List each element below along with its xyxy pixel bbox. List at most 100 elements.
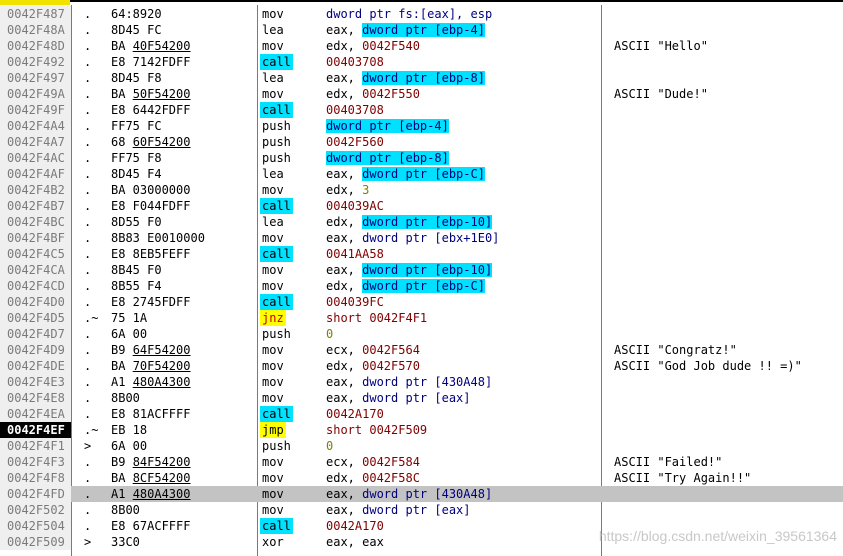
operands[interactable]: 004039FC [326, 294, 384, 310]
operands[interactable]: edx, dword ptr [ebp-10] [326, 214, 493, 230]
mnemonic[interactable]: jmp [260, 422, 286, 438]
operands[interactable]: dword ptr [ebp-8] [326, 150, 449, 166]
instruction-row[interactable]: 0042F4CA. 8B45 F0 mov eax, dword ptr [ebp-1… [0, 262, 843, 278]
address-cell[interactable]: 0042F4CD [0, 278, 71, 294]
operands[interactable]: eax, dword ptr [ebp-4] [326, 22, 485, 38]
mnemonic[interactable]: mov [262, 486, 284, 502]
hex-bytes-cell[interactable]: E8 67ACFFFF [111, 518, 190, 534]
mnemonic[interactable]: call [260, 294, 293, 310]
address-cell[interactable]: 0042F48A [0, 22, 71, 38]
address-cell[interactable]: 0042F492 [0, 54, 71, 70]
mnemonic[interactable]: call [260, 518, 293, 534]
instruction-row[interactable]: 0042F4A4. FF75 FC push dword ptr [ebp-4] [0, 118, 843, 134]
hex-bytes-cell[interactable]: 6A 00 [111, 438, 147, 454]
address-cell[interactable]: 0042F4B2 [0, 182, 71, 198]
operands[interactable]: 00403708 [326, 102, 384, 118]
mnemonic[interactable]: call [260, 246, 293, 262]
mnemonic[interactable]: mov [262, 502, 284, 518]
hex-bytes-cell[interactable]: EB 18 [111, 422, 147, 438]
operands[interactable]: eax, dword ptr [ebx+1E0] [326, 230, 499, 246]
address-cell[interactable]: 0042F4EF [0, 422, 71, 438]
address-cell[interactable]: 0042F4F8 [0, 470, 71, 486]
address-cell[interactable]: 0042F4EA [0, 406, 71, 422]
hex-bytes-cell[interactable]: A1 480A4300 [111, 374, 190, 390]
instruction-row[interactable]: 0042F4E3. A1 480A4300 mov eax, dword ptr [4… [0, 374, 843, 390]
address-cell[interactable]: 0042F4AF [0, 166, 71, 182]
instruction-row[interactable]: 0042F487. 64:8920 mov dword ptr fs:[eax], e… [0, 6, 843, 22]
instruction-row[interactable]: 0042F49F. E8 6442FDFF call 00403708 [0, 102, 843, 118]
operands[interactable]: 0 [326, 326, 333, 342]
operands[interactable]: edx, 3 [326, 182, 369, 198]
operands[interactable]: edx, 0042F540 [326, 38, 420, 54]
address-cell[interactable]: 0042F4D9 [0, 342, 71, 358]
instruction-row[interactable]: 0042F492. E8 7142FDFF call 00403708 [0, 54, 843, 70]
instruction-row[interactable]: 0042F4BC. 8D55 F0 lea edx, dword ptr [ebp-1… [0, 214, 843, 230]
address-cell[interactable]: 0042F49F [0, 102, 71, 118]
mnemonic[interactable]: call [260, 54, 293, 70]
hex-bytes-cell[interactable]: A1 480A4300 [111, 486, 190, 502]
instruction-row[interactable]: 0042F4F8. BA 8CF54200 mov edx, 0042F58C ASCI… [0, 470, 843, 486]
operands[interactable]: 00403708 [326, 54, 384, 70]
instruction-row[interactable]: 0042F4AC. FF75 F8 push dword ptr [ebp-8] [0, 150, 843, 166]
instruction-row[interactable]: 0042F497. 8D45 F8 lea eax, dword ptr [ebp-8… [0, 70, 843, 86]
hex-bytes-cell[interactable]: BA 70F54200 [111, 358, 190, 374]
operands[interactable]: eax, eax [326, 534, 384, 550]
operands[interactable]: edx, 0042F58C [326, 470, 420, 486]
hex-bytes-cell[interactable]: 8B00 [111, 390, 140, 406]
instruction-row[interactable]: 0042F48D. BA 40F54200 mov edx, 0042F540 ASCI… [0, 38, 843, 54]
mnemonic[interactable]: push [262, 150, 291, 166]
operands[interactable]: edx, 0042F570 [326, 358, 420, 374]
operands[interactable]: eax, dword ptr [eax] [326, 390, 471, 406]
hex-bytes-cell[interactable]: 8D45 F4 [111, 166, 162, 182]
hex-bytes-cell[interactable]: 8B45 F0 [111, 262, 162, 278]
hex-bytes-cell[interactable]: BA 40F54200 [111, 38, 190, 54]
instruction-row[interactable]: 0042F4C5. E8 8EB5FEFF call 0041AA58 [0, 246, 843, 262]
hex-bytes-cell[interactable]: 64:8920 [111, 6, 162, 22]
operands[interactable]: eax, dword ptr [ebp-10] [326, 262, 493, 278]
instruction-row[interactable]: 0042F4F1 >6A 00 push 0 [0, 438, 843, 454]
hex-bytes-cell[interactable]: 33C0 [111, 534, 140, 550]
mnemonic[interactable]: lea [262, 166, 284, 182]
hex-bytes-cell[interactable]: B9 84F54200 [111, 454, 190, 470]
address-cell[interactable]: 0042F4A7 [0, 134, 71, 150]
mnemonic[interactable]: mov [262, 454, 284, 470]
instruction-row[interactable]: 0042F4F3. B9 84F54200 mov ecx, 0042F584 ASCI… [0, 454, 843, 470]
address-cell[interactable]: 0042F4C5 [0, 246, 71, 262]
instruction-row[interactable]: 0042F4EF .~ EB 18 jmp short 0042F509 [0, 422, 843, 438]
address-cell[interactable]: 0042F4F1 [0, 438, 71, 454]
mnemonic[interactable]: push [262, 134, 291, 150]
address-cell[interactable]: 0042F4AC [0, 150, 71, 166]
mnemonic[interactable]: lea [262, 22, 284, 38]
mnemonic[interactable]: mov [262, 230, 284, 246]
instruction-row[interactable]: 0042F502. 8B00 mov eax, dword ptr [eax] [0, 502, 843, 518]
hex-bytes-cell[interactable]: B9 64F54200 [111, 342, 190, 358]
mnemonic[interactable]: call [260, 406, 293, 422]
address-cell[interactable]: 0042F509 [0, 534, 71, 550]
mnemonic[interactable]: mov [262, 390, 284, 406]
mnemonic[interactable]: jnz [260, 310, 286, 326]
hex-bytes-cell[interactable]: E8 7142FDFF [111, 54, 190, 70]
operands[interactable]: ecx, 0042F584 [326, 454, 420, 470]
address-cell[interactable]: 0042F48D [0, 38, 71, 54]
operands[interactable]: eax, dword ptr [430A48] [326, 486, 492, 502]
hex-bytes-cell[interactable]: 8B83 E0010000 [111, 230, 205, 246]
address-cell[interactable]: 0042F4BC [0, 214, 71, 230]
instruction-row[interactable]: 0042F4B7. E8 F044FDFF call 004039AC [0, 198, 843, 214]
hex-bytes-cell[interactable]: E8 81ACFFFF [111, 406, 190, 422]
hex-bytes-cell[interactable]: FF75 FC [111, 118, 162, 134]
mnemonic[interactable]: xor [262, 534, 284, 550]
mnemonic[interactable]: mov [262, 374, 284, 390]
address-cell[interactable]: 0042F487 [0, 6, 71, 22]
hex-bytes-cell[interactable]: BA 50F54200 [111, 86, 190, 102]
address-cell[interactable]: 0042F4E3 [0, 374, 71, 390]
hex-bytes-cell[interactable]: 8D45 FC [111, 22, 162, 38]
instruction-row[interactable]: 0042F4D0. E8 2745FDFF call 004039FC [0, 294, 843, 310]
instruction-row[interactable]: 0042F4EA. E8 81ACFFFF call 0042A170 [0, 406, 843, 422]
hex-bytes-cell[interactable]: E8 F044FDFF [111, 198, 190, 214]
operands[interactable]: eax, dword ptr [ebp-C] [326, 166, 485, 182]
operands[interactable]: 0041AA58 [326, 246, 384, 262]
hex-bytes-cell[interactable]: 68 60F54200 [111, 134, 190, 150]
instruction-row[interactable]: 0042F4D9. B9 64F54200 mov ecx, 0042F564 ASCI… [0, 342, 843, 358]
operands[interactable]: ecx, 0042F564 [326, 342, 420, 358]
hex-bytes-cell[interactable]: FF75 F8 [111, 150, 162, 166]
